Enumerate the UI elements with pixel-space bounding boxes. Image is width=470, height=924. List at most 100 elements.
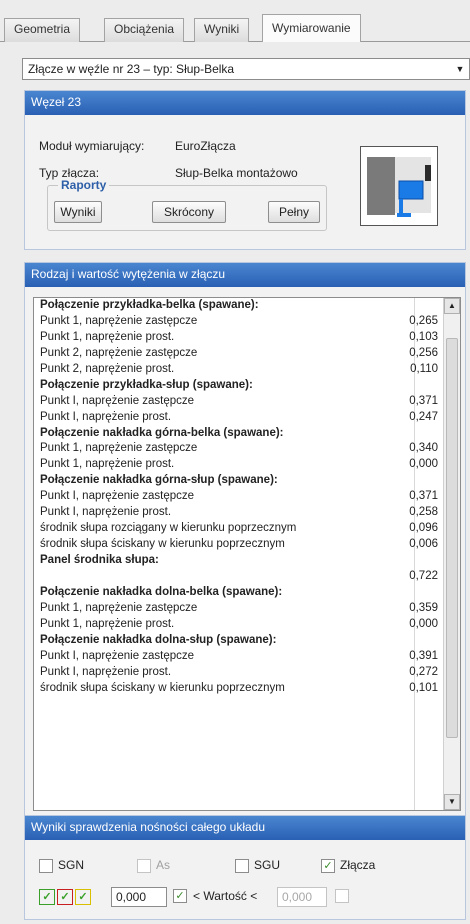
joint-preview-image xyxy=(360,146,438,226)
reports-group: Raporty Wyniki Skrócony Pełny xyxy=(47,178,327,231)
table-row[interactable]: Punkt 1, naprężenie prost. 0,000 xyxy=(34,457,460,473)
tab-obciazenia[interactable]: Obciążenia xyxy=(104,18,185,42)
row-label: środnik słupa rozciągany w kierunku popr… xyxy=(40,522,297,535)
node-panel: Węzeł 23 Moduł wymiarujący: EuroZłącza T… xyxy=(24,90,466,250)
row-value: 0,371 xyxy=(409,394,438,407)
table-row[interactable]: Punkt I, naprężenie prost. 0,247 xyxy=(34,410,460,426)
row-value: 0,340 xyxy=(409,442,438,455)
row-label: Połączenie nakładka dolna-słup (spawane)… xyxy=(40,633,277,646)
row-value: 0,006 xyxy=(409,538,438,551)
max-value-input[interactable]: 0,000 xyxy=(277,887,327,907)
table-row[interactable]: 0,722 xyxy=(34,569,460,585)
row-value: 0,359 xyxy=(409,601,438,614)
yellow-status-toggle[interactable]: ✓ xyxy=(75,889,91,905)
table-section-header[interactable]: Połączenie nakładka górna-słup (spawane)… xyxy=(34,473,460,489)
max-value-checkbox[interactable] xyxy=(335,889,349,903)
table-row[interactable]: Punkt I, naprężenie prost. 0,272 xyxy=(34,665,460,681)
as-checkbox[interactable] xyxy=(137,859,151,873)
table-section-header[interactable]: Połączenie przykładka-belka (spawane): xyxy=(34,298,460,314)
check-panel-title: Wyniki sprawdzenia nośności całego układ… xyxy=(25,816,465,840)
as-label: As xyxy=(156,858,171,872)
table-row[interactable]: środnik słupa ściskany w kierunku poprze… xyxy=(34,537,460,553)
stress-table[interactable]: Połączenie przykładka-belka (spawane): Pu… xyxy=(33,297,461,811)
row-label: Punkt 1, naprężenie zastępcze xyxy=(40,314,198,327)
table-row[interactable]: Punkt I, naprężenie prost. 0,258 xyxy=(34,505,460,521)
table-section-header[interactable]: Połączenie nakładka dolna-belka (spawane… xyxy=(34,585,460,601)
sgu-checkbox[interactable] xyxy=(235,859,249,873)
sgn-checkbox[interactable] xyxy=(39,859,53,873)
green-status-toggle[interactable]: ✓ xyxy=(39,889,55,905)
table-row[interactable]: Punkt I, naprężenie zastępcze 0,371 xyxy=(34,394,460,410)
chevron-down-icon[interactable]: ▼ xyxy=(453,62,467,76)
joint-select[interactable]: Złącze w węźle nr 23 – typ: Słup-Belka ▼ xyxy=(22,58,470,80)
table-row[interactable]: Punkt 1, naprężenie prost. 0,103 xyxy=(34,330,460,346)
table-section-header[interactable]: Połączenie przykładka-słup (spawane): xyxy=(34,378,460,394)
zlacza-label: Złącza xyxy=(340,858,376,872)
row-label: Punkt 1, naprężenie zastępcze xyxy=(40,601,198,614)
table-row[interactable]: Punkt 2, naprężenie zastępcze 0,256 xyxy=(34,346,460,362)
table-row[interactable]: Punkt 1, naprężenie prost. 0,000 xyxy=(34,617,460,633)
row-value: 0,258 xyxy=(409,506,438,519)
row-value: 0,265 xyxy=(409,314,438,327)
row-label: Punkt I, naprężenie zastępcze xyxy=(40,394,195,407)
scroll-down-icon[interactable]: ▼ xyxy=(444,794,460,810)
table-row[interactable]: Punkt 1, naprężenie zastępcze 0,265 xyxy=(34,314,460,330)
scrollbar[interactable]: ▲ ▼ xyxy=(443,298,460,810)
row-value: 0,722 xyxy=(409,569,438,582)
table-row[interactable]: Punkt 1, naprężenie zastępcze 0,340 xyxy=(34,441,460,457)
scroll-up-icon[interactable]: ▲ xyxy=(444,298,460,314)
reports-label: Raporty xyxy=(58,178,110,192)
table-section-header[interactable]: Panel środnika słupa: xyxy=(34,553,460,569)
row-label: Punkt I, naprężenie zastępcze xyxy=(40,649,195,662)
results-report-button[interactable]: Wyniki xyxy=(54,201,102,223)
table-section-header[interactable]: Połączenie nakładka górna-belka (spawane… xyxy=(34,426,460,442)
row-label: Punkt 1, naprężenie prost. xyxy=(40,617,175,630)
row-value: 0,391 xyxy=(409,649,438,662)
table-row[interactable]: Punkt I, naprężenie zastępcze 0,391 xyxy=(34,649,460,665)
joint-select-value: Złącze w węźle nr 23 – typ: Słup-Belka xyxy=(28,62,235,76)
tab-wymiarowanie[interactable]: Wymiarowanie xyxy=(262,14,361,42)
row-label: Punkt I, naprężenie prost. xyxy=(40,410,172,423)
row-label: Połączenie nakładka górna-belka (spawane… xyxy=(40,426,284,439)
table-row[interactable]: Punkt 2, naprężenie prost. 0,110 xyxy=(34,362,460,378)
row-value: 0,000 xyxy=(409,458,438,471)
row-value: 0,256 xyxy=(409,346,438,359)
sgn-label: SGN xyxy=(58,858,85,872)
table-row[interactable]: Punkt I, naprężenie zastępcze 0,371 xyxy=(34,489,460,505)
row-label: Punkt 1, naprężenie prost. xyxy=(40,330,175,343)
stress-panel-title: Rodzaj i wartość wytężenia w złączu xyxy=(25,263,465,287)
red-status-toggle[interactable]: ✓ xyxy=(57,889,73,905)
row-value: 0,110 xyxy=(410,362,438,375)
row-value: 0,096 xyxy=(409,522,438,535)
check-icon: ✓ xyxy=(323,860,333,872)
row-label: Punkt 1, naprężenie zastępcze xyxy=(40,442,198,455)
table-row[interactable]: środnik słupa rozciągany w kierunku popr… xyxy=(34,521,460,537)
tab-wyniki[interactable]: Wyniki xyxy=(194,18,250,42)
table-row[interactable]: Punkt 1, naprężenie zastępcze 0,359 xyxy=(34,601,460,617)
row-label: Połączenie przykładka-słup (spawane): xyxy=(40,378,253,391)
zlacza-checkbox[interactable]: ✓ xyxy=(321,859,335,873)
full-report-button[interactable]: Pełny xyxy=(268,201,320,223)
sgu-label: SGU xyxy=(254,858,281,872)
node-panel-title: Węzeł 23 xyxy=(25,91,465,115)
row-label: Punkt 2, naprężenie zastępcze xyxy=(40,346,198,359)
row-value: 0,101 xyxy=(409,681,438,694)
short-report-button[interactable]: Skrócony xyxy=(152,201,226,223)
row-label: Panel środnika słupa: xyxy=(40,554,159,566)
scroll-thumb[interactable] xyxy=(446,338,458,738)
module-value: EuroZłącza xyxy=(175,139,236,153)
table-section-header[interactable]: Połączenie nakładka dolna-słup (spawane)… xyxy=(34,633,460,649)
min-value-input[interactable]: 0,000 xyxy=(111,887,167,907)
check-panel: Wyniki sprawdzenia nośności całego układ… xyxy=(24,815,466,920)
row-label: Punkt I, naprężenie prost. xyxy=(40,665,172,678)
module-label: Moduł wymiarujący: xyxy=(39,139,145,153)
tab-geometria[interactable]: Geometria xyxy=(4,18,81,42)
row-label: Punkt I, naprężenie prost. xyxy=(40,506,172,519)
row-value: 0,247 xyxy=(409,410,438,423)
check-icon: ✓ xyxy=(175,890,185,902)
min-value-checkbox[interactable]: ✓ xyxy=(173,889,187,903)
table-row[interactable]: środnik słupa ściskany w kierunku poprze… xyxy=(34,681,460,697)
row-label: Punkt 1, naprężenie prost. xyxy=(40,458,175,471)
range-label: < Wartość < xyxy=(193,889,258,903)
row-label: Punkt 2, naprężenie prost. xyxy=(40,362,175,375)
